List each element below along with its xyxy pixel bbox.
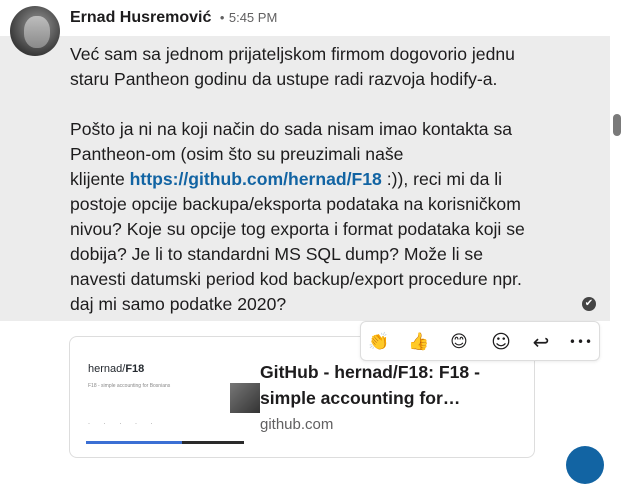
preview-image-owner: hernad/ (88, 363, 126, 375)
message-line: navesti datumski period kod backup/expor… (70, 269, 522, 289)
message-text: :)), reci mi da li (381, 169, 503, 189)
repo-owner-avatar (230, 383, 260, 413)
preview-image-subtitle: F18 - simple accounting for Bosnians (88, 383, 171, 389)
avatar[interactable] (10, 6, 60, 56)
message-actions-toolbar: 👏 👍 😊 ☺ ↩ ••• (360, 321, 600, 361)
message-header: Ernad Husremović • 5:45 PM (70, 9, 277, 27)
message-line: postoje opcije backupa/eksporta podataka… (70, 194, 521, 214)
message-line: dobija? Je li to standardni MS SQL dump?… (70, 244, 484, 264)
more-actions-icon[interactable]: ••• (565, 326, 597, 358)
clap-reaction-icon[interactable]: 👏 (363, 326, 395, 358)
message-line: nivou? Koje su opcije tog exporta i form… (70, 219, 525, 239)
author-name[interactable]: Ernad Husremović (70, 9, 211, 26)
message-line: Pošto ja ni na koji način do sada nisam … (70, 119, 513, 139)
thumbs-up-reaction-icon[interactable]: 👍 (403, 326, 435, 358)
link-preview-domain: github.com (260, 416, 334, 433)
message-line: daj mi samo podatke 2020? (70, 294, 287, 314)
preview-image-stats: · · · · · (88, 421, 159, 427)
language-bar (86, 441, 182, 444)
link-preview-image[interactable]: hernad/F18 F18 - simple accounting for B… (86, 355, 260, 444)
message-line: staru Pantheon godinu da ustupe radi raz… (70, 69, 498, 89)
smile-reaction-icon[interactable]: 😊 (443, 326, 475, 358)
link-preview-title-line: simple accounting for… (260, 388, 461, 408)
message-line: Pantheon-om (osim što su preuzimali naše (70, 144, 404, 164)
link-preview-title-line: GitHub - hernad/F18: F18 - (260, 362, 480, 382)
add-reaction-icon[interactable]: ☺ (485, 326, 517, 358)
scrollbar-thumb[interactable] (613, 114, 621, 136)
preview-image-title: hernad/F18 (88, 363, 144, 375)
message-line: klijente https://github.com/hernad/F18 :… (70, 167, 540, 192)
avatar-face (24, 16, 50, 48)
message-line: Već sam sa jednom prijateljskom firmom d… (70, 44, 515, 64)
reply-icon[interactable]: ↩ (525, 326, 557, 358)
message-text: klijente (70, 169, 130, 189)
github-link[interactable]: https://github.com/hernad/F18 (130, 169, 382, 189)
message-body: Već sam sa jednom prijateljskom firmom d… (70, 42, 540, 317)
message-timestamp[interactable]: 5:45 PM (229, 10, 277, 25)
link-preview-title[interactable]: GitHub - hernad/F18: F18 - simple accoun… (260, 359, 520, 411)
preview-image-repo: F18 (125, 363, 145, 375)
header-separator: • (219, 10, 225, 25)
scroll-down-button[interactable] (566, 446, 604, 484)
sent-check-icon: ✔ (582, 297, 596, 311)
